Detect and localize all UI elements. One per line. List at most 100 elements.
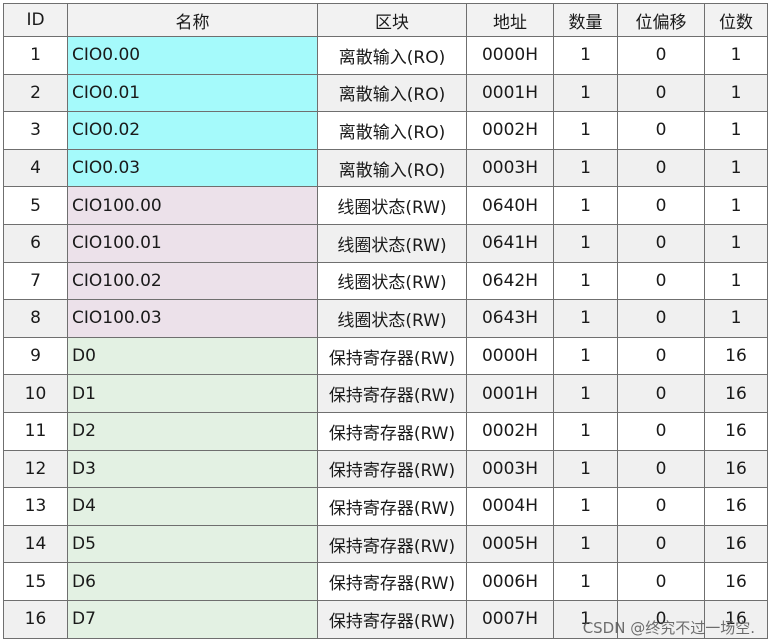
cell-id[interactable]: 14 (3, 524, 68, 564)
cell-block[interactable]: 保持寄存器(RW) (317, 599, 467, 639)
cell-bit-count[interactable]: 16 (704, 374, 768, 413)
cell-id[interactable]: 6 (3, 223, 68, 263)
cell-address[interactable]: 0003H (466, 449, 554, 489)
cell-id[interactable]: 5 (3, 186, 68, 225)
cell-block[interactable]: 离散输入(RO) (317, 148, 467, 188)
cell-quantity[interactable]: 1 (553, 73, 618, 113)
table-row[interactable]: 3 CIO0.02 离散输入(RO) 0002H 1 0 1 (3, 111, 768, 150)
cell-bit-offset[interactable]: 0 (617, 223, 705, 263)
cell-name[interactable]: CIO0.03 (67, 148, 318, 188)
cell-block[interactable]: 离散输入(RO) (317, 111, 467, 150)
cell-bit-offset[interactable]: 0 (617, 449, 705, 489)
cell-id[interactable]: 16 (3, 599, 68, 639)
cell-address[interactable]: 0641H (466, 223, 554, 263)
cell-name[interactable]: CIO100.02 (67, 261, 318, 301)
cell-bit-count[interactable]: 1 (704, 186, 768, 225)
cell-name[interactable]: CIO0.02 (67, 111, 318, 150)
cell-bit-offset[interactable]: 0 (617, 261, 705, 301)
cell-id[interactable]: 8 (3, 299, 68, 338)
table-row[interactable]: 6 CIO100.01 线圈状态(RW) 0641H 1 0 1 (3, 223, 768, 263)
cell-block[interactable]: 线圈状态(RW) (317, 299, 467, 338)
cell-address[interactable]: 0002H (466, 111, 554, 150)
cell-name[interactable]: CIO100.00 (67, 186, 318, 225)
table-row[interactable]: 2 CIO0.01 离散输入(RO) 0001H 1 0 1 (3, 73, 768, 113)
cell-address[interactable]: 0643H (466, 299, 554, 338)
cell-address[interactable]: 0005H (466, 524, 554, 564)
cell-block[interactable]: 保持寄存器(RW) (317, 562, 467, 601)
cell-quantity[interactable]: 1 (553, 36, 618, 75)
cell-bit-count[interactable]: 16 (704, 411, 768, 451)
cell-bit-offset[interactable]: 0 (617, 186, 705, 225)
cell-quantity[interactable]: 1 (553, 148, 618, 188)
cell-address[interactable]: 0007H (466, 599, 554, 639)
header-quantity[interactable]: 数量 (553, 3, 618, 37)
cell-bit-offset[interactable]: 0 (617, 299, 705, 338)
cell-id[interactable]: 3 (3, 111, 68, 150)
table-row[interactable]: 7 CIO100.02 线圈状态(RW) 0642H 1 0 1 (3, 261, 768, 301)
cell-bit-count[interactable]: 1 (704, 73, 768, 113)
cell-bit-count[interactable]: 1 (704, 111, 768, 150)
header-block[interactable]: 区块 (317, 3, 467, 37)
cell-address[interactable]: 0642H (466, 261, 554, 301)
cell-block[interactable]: 保持寄存器(RW) (317, 449, 467, 489)
cell-bit-count[interactable]: 16 (704, 449, 768, 489)
cell-id[interactable]: 9 (3, 336, 68, 376)
table-row[interactable]: 5 CIO100.00 线圈状态(RW) 0640H 1 0 1 (3, 186, 768, 225)
cell-quantity[interactable]: 1 (553, 562, 618, 601)
table-row[interactable]: 1 CIO0.00 离散输入(RO) 0000H 1 0 1 (3, 36, 768, 75)
cell-bit-count[interactable]: 16 (704, 524, 768, 564)
cell-quantity[interactable]: 1 (553, 487, 618, 526)
cell-name[interactable]: CIO0.00 (67, 36, 318, 75)
cell-block[interactable]: 保持寄存器(RW) (317, 336, 467, 376)
header-bit-offset[interactable]: 位偏移 (617, 3, 705, 37)
table-row[interactable]: 11 D2 保持寄存器(RW) 0002H 1 0 16 (3, 411, 768, 451)
cell-name[interactable]: D3 (67, 449, 318, 489)
cell-address[interactable]: 0003H (466, 148, 554, 188)
cell-bit-offset[interactable]: 0 (617, 73, 705, 113)
cell-bit-offset[interactable]: 0 (617, 524, 705, 564)
table-row[interactable]: 4 CIO0.03 离散输入(RO) 0003H 1 0 1 (3, 148, 768, 188)
cell-bit-offset[interactable]: 0 (617, 111, 705, 150)
cell-id[interactable]: 1 (3, 36, 68, 75)
cell-quantity[interactable]: 1 (553, 261, 618, 301)
cell-bit-count[interactable]: 1 (704, 223, 768, 263)
cell-block[interactable]: 离散输入(RO) (317, 36, 467, 75)
header-id[interactable]: ID (3, 3, 68, 37)
header-bit-count[interactable]: 位数 (704, 3, 768, 37)
cell-name[interactable]: CIO0.01 (67, 73, 318, 113)
cell-name[interactable]: D2 (67, 411, 318, 451)
cell-id[interactable]: 7 (3, 261, 68, 301)
cell-address[interactable]: 0000H (466, 336, 554, 376)
cell-address[interactable]: 0001H (466, 374, 554, 413)
cell-id[interactable]: 12 (3, 449, 68, 489)
cell-bit-offset[interactable]: 0 (617, 374, 705, 413)
cell-id[interactable]: 13 (3, 487, 68, 526)
cell-bit-count[interactable]: 1 (704, 36, 768, 75)
table-row[interactable]: 9 D0 保持寄存器(RW) 0000H 1 0 16 (3, 336, 768, 376)
cell-address[interactable]: 0002H (466, 411, 554, 451)
cell-quantity[interactable]: 1 (553, 223, 618, 263)
cell-quantity[interactable]: 1 (553, 524, 618, 564)
cell-quantity[interactable]: 1 (553, 374, 618, 413)
cell-bit-offset[interactable]: 0 (617, 148, 705, 188)
header-address[interactable]: 地址 (466, 3, 554, 37)
cell-address[interactable]: 0000H (466, 36, 554, 75)
cell-bit-count[interactable]: 16 (704, 336, 768, 376)
cell-bit-offset[interactable]: 0 (617, 562, 705, 601)
cell-bit-count[interactable]: 16 (704, 487, 768, 526)
cell-name[interactable]: D0 (67, 336, 318, 376)
table-row[interactable]: 8 CIO100.03 线圈状态(RW) 0643H 1 0 1 (3, 299, 768, 338)
cell-block[interactable]: 线圈状态(RW) (317, 223, 467, 263)
table-row[interactable]: 13 D4 保持寄存器(RW) 0004H 1 0 16 (3, 487, 768, 526)
cell-id[interactable]: 10 (3, 374, 68, 413)
cell-block[interactable]: 保持寄存器(RW) (317, 487, 467, 526)
cell-name[interactable]: D4 (67, 487, 318, 526)
cell-bit-offset[interactable]: 0 (617, 487, 705, 526)
cell-quantity[interactable]: 1 (553, 186, 618, 225)
cell-address[interactable]: 0001H (466, 73, 554, 113)
cell-address[interactable]: 0004H (466, 487, 554, 526)
cell-id[interactable]: 2 (3, 73, 68, 113)
cell-bit-count[interactable]: 16 (704, 562, 768, 601)
table-row[interactable]: 14 D5 保持寄存器(RW) 0005H 1 0 16 (3, 524, 768, 564)
cell-quantity[interactable]: 1 (553, 449, 618, 489)
